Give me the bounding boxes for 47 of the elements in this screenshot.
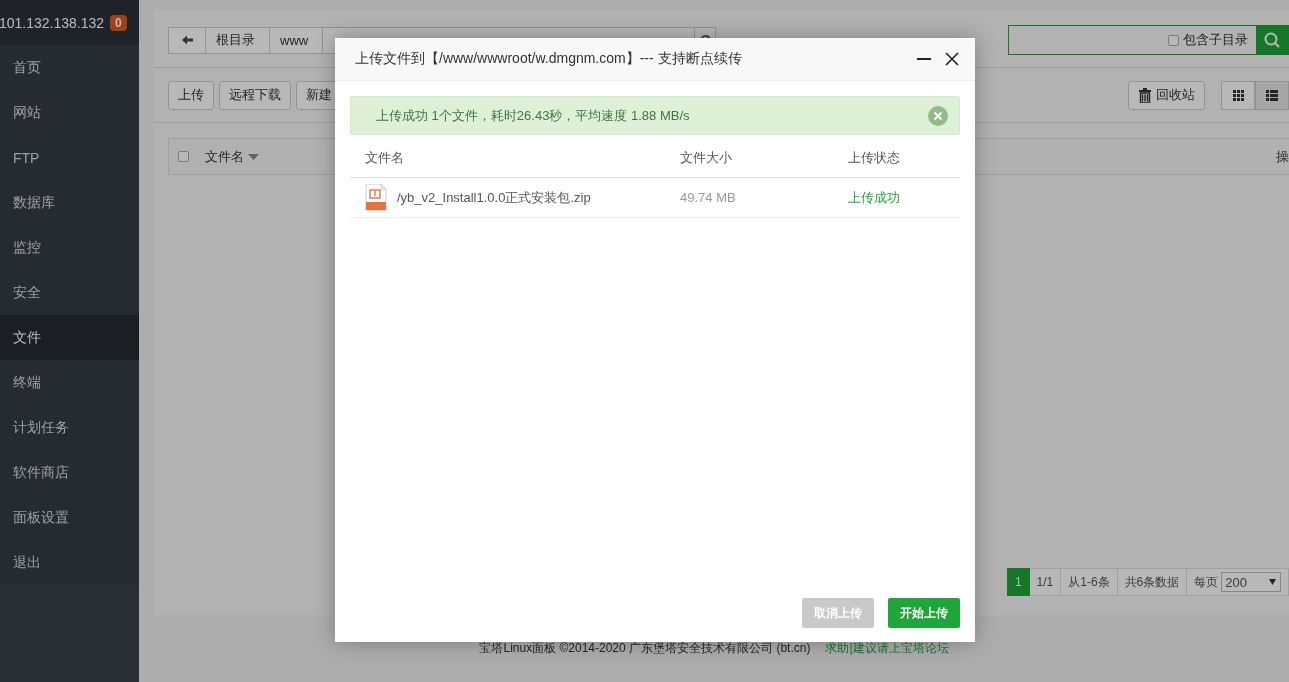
count-badge: 0: [110, 14, 127, 31]
column-header: 操: [1276, 147, 1289, 166]
start-upload-button[interactable]: 开始上传: [888, 598, 960, 628]
pagination-info: 从1-6条: [1061, 568, 1118, 596]
breadcrumb-item[interactable]: www: [270, 27, 324, 53]
toolbar-button[interactable]: 上传: [168, 80, 214, 110]
sidebar-item[interactable]: 数据库: [0, 180, 139, 225]
sort-caret-icon: [248, 153, 259, 160]
alert-message: 上传成功 1个文件，耗时26.43秒，平均速度 1.88 MB/s: [376, 106, 691, 125]
trash-icon: [1138, 87, 1152, 103]
pagination-info: 共6条数据: [1117, 568, 1188, 596]
page-size-label: 每页: [1194, 573, 1219, 591]
sidebar-item[interactable]: 终端: [0, 360, 139, 405]
page-size-select[interactable]: 200: [1221, 572, 1281, 592]
dialog-title: 上传文件到【/www/wwwroot/w.dmgnm.com】--- 支持断点续传: [355, 50, 743, 68]
sidebar-item[interactable]: FTP: [0, 135, 139, 180]
back-arrow-icon: [181, 34, 193, 46]
sidebar-item[interactable]: 文件: [0, 315, 139, 360]
column-header: 上传状态: [833, 138, 960, 178]
toolbar-button[interactable]: 远程下载: [219, 80, 291, 110]
sidebar-item[interactable]: 首页: [0, 45, 139, 90]
sidebar-item[interactable]: 计划任务: [0, 405, 139, 450]
sidebar-item[interactable]: 网站: [0, 90, 139, 135]
zip-file-icon: [365, 184, 387, 211]
grid-view-button[interactable]: [1221, 80, 1255, 110]
column-header[interactable]: 文件名: [205, 147, 244, 166]
sidebar-item[interactable]: 安全: [0, 270, 139, 315]
dropdown-caret-icon: [1269, 579, 1276, 585]
upload-status: 上传成功: [833, 177, 960, 218]
recycle-bin-button[interactable]: 回收站: [1128, 80, 1205, 110]
list-icon: [1266, 89, 1278, 101]
sidebar-item[interactable]: 软件商店: [0, 450, 139, 495]
sidebar-item[interactable]: 面板设置: [0, 495, 139, 540]
sidebar-item[interactable]: 监控: [0, 225, 139, 270]
server-address: 101.132.138.132: [0, 14, 105, 31]
column-header: 文件名: [350, 138, 665, 178]
pagination-info: 1/1: [1029, 568, 1062, 596]
sidebar-item[interactable]: 退出: [0, 540, 139, 585]
grid-icon: [1232, 89, 1244, 101]
list-view-button[interactable]: [1255, 80, 1289, 110]
copyright-text: 宝塔Linux面板 ©2014-2020 广东堡塔安全技术有限公司 (bt.cn): [479, 640, 811, 657]
file-size: 49.74 MB: [665, 177, 833, 218]
column-header: 文件大小: [665, 138, 833, 178]
breadcrumb-item[interactable]: 根目录: [206, 27, 270, 53]
file-name: /yb_v2_Install1.0.0正式安装包.zip: [397, 188, 591, 207]
close-icon[interactable]: [945, 52, 959, 66]
select-all-checkbox[interactable]: [178, 151, 189, 162]
